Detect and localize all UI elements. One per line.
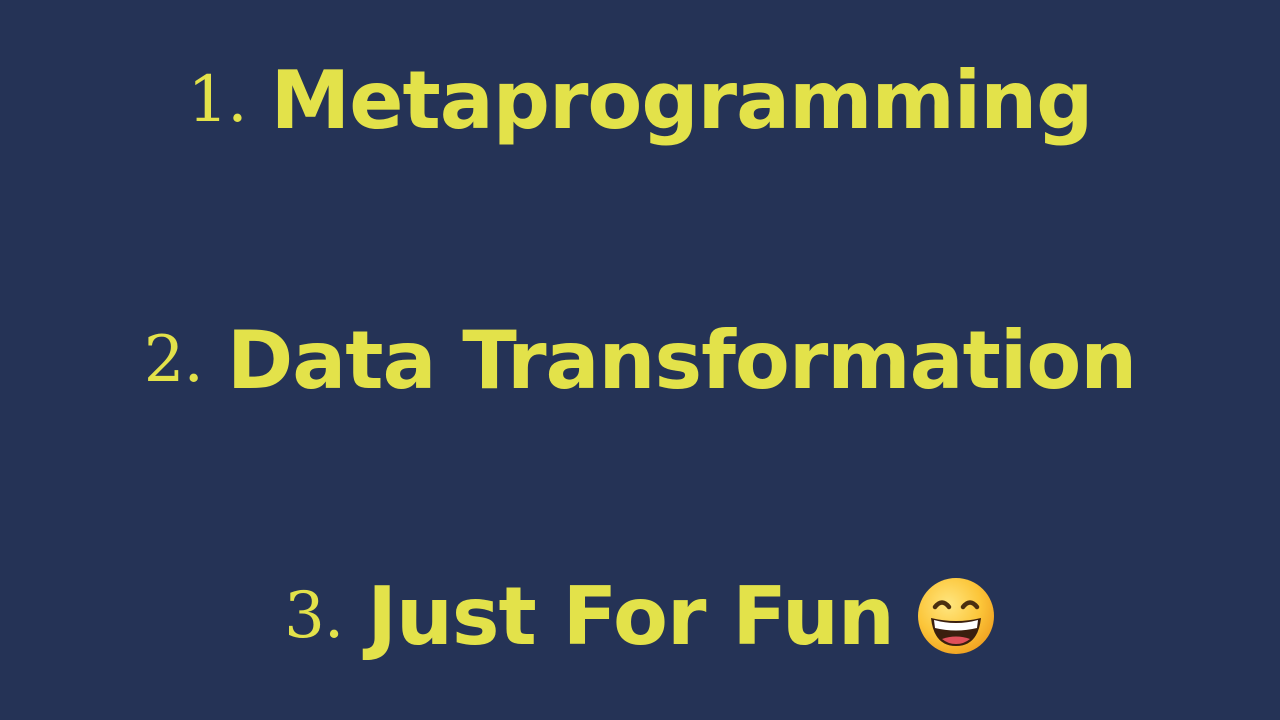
list-item-data-transformation: 2. Data Transformation [0, 300, 1280, 420]
list-item-just-for-fun: 3. Just For Fun [0, 556, 1280, 676]
list-item-number: 3. [284, 579, 344, 653]
list-item-label: Just For Fun [367, 569, 895, 663]
list-item-label: Data Transformation [226, 313, 1137, 407]
grinning-face-with-smiling-eyes-icon [917, 578, 994, 654]
list-item-label: Metaprogramming [270, 53, 1094, 147]
list-item-metaprogramming: 1. Metaprogramming [0, 40, 1280, 160]
list-item-number: 1. [187, 63, 248, 137]
slide: 1. Metaprogramming 2. Data Transformatio… [0, 0, 1280, 720]
list-item-number: 2. [143, 323, 204, 397]
